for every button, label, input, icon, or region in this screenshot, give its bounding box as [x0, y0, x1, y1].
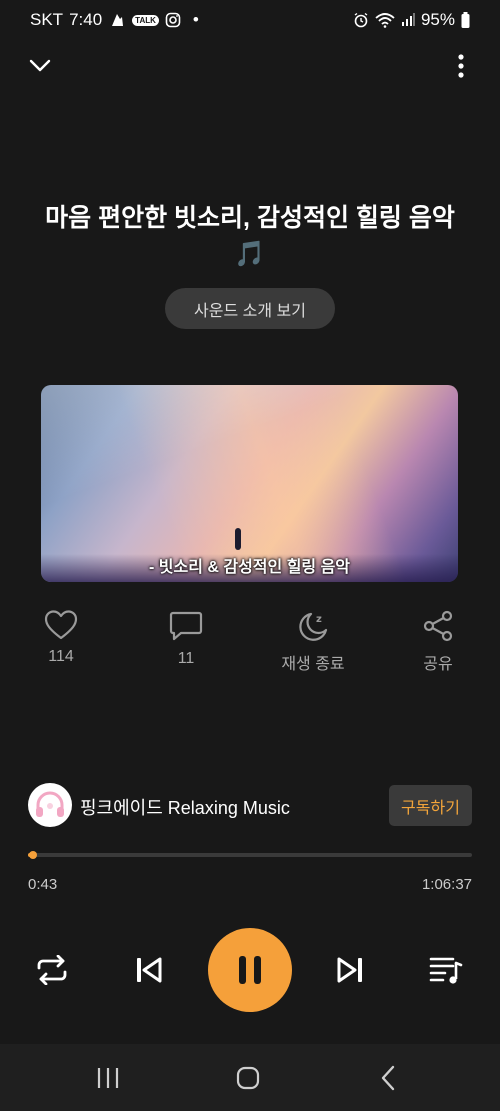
sleep-timer-button[interactable]: z 재생 종료 — [268, 610, 358, 674]
progress-handle[interactable] — [28, 851, 37, 859]
home-button[interactable] — [218, 1052, 278, 1104]
signal-icon — [401, 13, 415, 26]
sleep-timer-label: 재생 종료 — [281, 656, 345, 673]
total-duration: 1:06:37 — [421, 876, 472, 893]
carrier-label: SKT — [30, 10, 64, 29]
more-options-button[interactable] — [443, 46, 479, 86]
channel-name[interactable]: 핑크에이드 Relaxing Music — [80, 794, 290, 820]
status-bar: SKT 7:40 TALK • 95% — [0, 0, 500, 42]
battery-icon — [461, 12, 470, 28]
alarm-icon — [354, 12, 368, 28]
sleep-timer-icon: z — [299, 612, 328, 641]
share-button[interactable]: 공유 — [393, 610, 483, 674]
chevron-down-icon — [29, 59, 51, 72]
artwork-figure — [235, 528, 241, 550]
recents-button[interactable] — [78, 1052, 138, 1104]
repeat-button[interactable] — [24, 942, 80, 998]
battery-percent: 95% — [420, 10, 455, 29]
previous-button[interactable] — [121, 942, 177, 998]
like-count: 114 — [48, 648, 74, 665]
notification-app-icon — [112, 14, 124, 26]
home-icon — [236, 1066, 260, 1090]
share-label: 공유 — [423, 656, 453, 673]
channel-avatar[interactable] — [28, 783, 72, 827]
pause-button[interactable] — [208, 928, 292, 1012]
comment-count: 11 — [177, 650, 195, 667]
talk-icon: TALK — [132, 14, 159, 26]
back-button[interactable] — [358, 1052, 418, 1104]
subscribe-button[interactable]: 구독하기 — [389, 785, 472, 826]
status-left: SKT 7:40 TALK • — [30, 10, 199, 30]
svg-text:z: z — [316, 614, 322, 625]
collapse-button[interactable] — [22, 48, 58, 84]
clock: 7:40 — [69, 10, 103, 29]
skip-previous-icon — [137, 957, 162, 983]
wifi-icon — [375, 13, 395, 28]
next-button[interactable] — [322, 942, 378, 998]
share-icon — [423, 610, 453, 642]
pause-icon — [239, 956, 261, 984]
repeat-icon — [37, 955, 67, 985]
more-notifications-dot: • — [192, 10, 199, 29]
skip-next-icon — [337, 957, 362, 983]
instagram-icon — [165, 12, 181, 28]
track-title: 마음 편안한 빗소리, 감성적인 힐링 음악🎵 — [45, 204, 455, 268]
comment-icon — [169, 611, 203, 641]
like-button[interactable]: 114 — [16, 610, 106, 666]
heart-icon — [44, 610, 78, 640]
album-artwork: - 빗소리 & 감성적인 힐링 음악 — [41, 385, 458, 582]
more-vert-icon — [458, 54, 464, 78]
progress-bar[interactable] — [28, 851, 472, 859]
artwork-caption: - 빗소리 & 감성적인 힐링 음악 — [148, 559, 351, 576]
playlist-button[interactable] — [418, 942, 474, 998]
comment-button[interactable]: 11 — [141, 610, 231, 668]
back-icon — [381, 1065, 395, 1091]
elapsed-time: 0:43 — [28, 876, 58, 893]
status-right: 95% — [353, 10, 470, 30]
recents-icon — [97, 1068, 119, 1088]
sound-intro-button[interactable]: 사운드 소개 보기 — [165, 288, 335, 329]
headphones-logo-icon — [36, 791, 64, 817]
playlist-icon — [429, 957, 463, 984]
